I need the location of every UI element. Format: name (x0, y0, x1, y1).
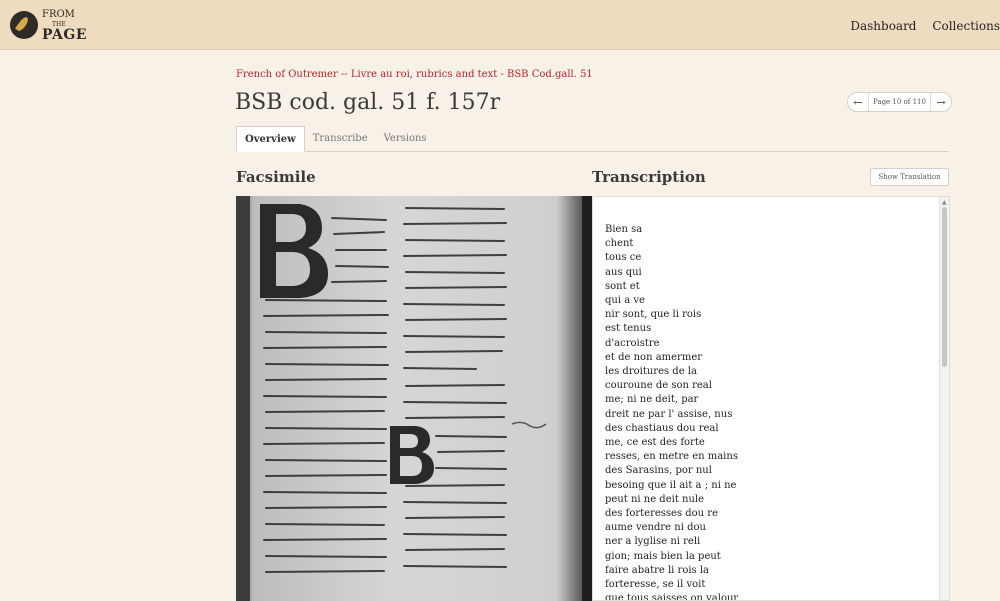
transcription-line: besoing que il ait a ; ni ne (605, 479, 737, 491)
transcription-line: gion; mais bien la peut (605, 550, 721, 562)
transcription-line: des forteresses dou re (605, 508, 718, 520)
previous-page-button[interactable]: ← (848, 93, 868, 111)
manuscript-image (236, 196, 592, 601)
transcription-scrollbar[interactable]: ▲ (939, 197, 949, 600)
transcription-line: ner a lyglise ni reli (605, 536, 701, 548)
transcription-line: nir sont, que li rois (605, 309, 702, 321)
transcription-line: et de non amermer (605, 351, 703, 363)
transcription-line: faire abatre li rois la (605, 564, 710, 576)
transcription-line: chent (605, 238, 634, 250)
transcription-line: des chastiaus dou real (605, 422, 719, 434)
scrollbar-thumb[interactable] (942, 207, 947, 367)
transcription-line: me; ni ne deit, par (605, 394, 699, 406)
facsimile-image[interactable] (236, 196, 592, 601)
transcription-line: que tous saisses on valour (605, 593, 739, 601)
nav-dashboard[interactable]: Dashboard (850, 19, 916, 33)
transcription-line: d'acroistre (605, 337, 660, 349)
quill-logo-icon (10, 11, 38, 39)
transcription-line: aume vendre ni dou (605, 522, 706, 534)
main-nav: Dashboard Collections (838, 19, 1000, 33)
transcription-line: sont et (605, 280, 640, 292)
page-title: BSB cod. gal. 51 f. 157r (235, 90, 501, 115)
page-pager: ← Page 10 of 110 → (847, 92, 952, 112)
show-translation-button[interactable]: Show Translation (870, 168, 949, 186)
transcription-line: des Sarasins, por nul (605, 465, 712, 477)
nav-collections[interactable]: Collections (932, 19, 1000, 33)
transcription-line: tous ce (605, 252, 642, 264)
transcription-line: couroune de son real (605, 380, 712, 392)
facsimile-heading: Facsimile (236, 168, 316, 186)
transcription-line: forteresse, se il voit (605, 579, 706, 591)
transcription-line: aus qui (605, 266, 642, 278)
transcription-line: les droitures de la (605, 366, 697, 378)
site-logo[interactable]: FROM THE PAGE (10, 9, 87, 43)
tab-transcribe[interactable]: Transcribe (305, 126, 376, 152)
logo-line1: FROM (42, 9, 75, 20)
next-page-button[interactable]: → (931, 93, 951, 111)
transcription-line: resses, en metre en mains (605, 451, 738, 463)
tab-versions[interactable]: Versions (376, 126, 435, 152)
page-tabs: Overview Transcribe Versions (236, 126, 949, 152)
transcription-line: Bien sa (605, 224, 643, 235)
logo-line3: PAGE (42, 27, 87, 43)
transcription-line: peut ni ne deit nule (605, 493, 705, 505)
transcription-heading: Transcription (592, 168, 706, 186)
tab-overview[interactable]: Overview (236, 126, 305, 152)
transcription-line: dreit ne par l' assise, nus (605, 408, 733, 420)
transcription-line: est tenus (605, 323, 652, 335)
top-navbar: FROM THE PAGE Dashboard Collections (0, 0, 1000, 50)
transcription-panel[interactable]: Bien sa chent tous ce aus qui sont et qui a v… (592, 196, 950, 601)
transcription-line: qui a ve (605, 295, 645, 307)
chevron-up-icon[interactable]: ▲ (942, 199, 947, 206)
page-count-label: Page 10 of 110 (868, 93, 931, 111)
breadcrumb[interactable]: French of Outremer -- Livre au roi, rubr… (236, 69, 593, 80)
transcription-line: me, ce est des forte (605, 437, 705, 449)
transcription-text: Bien sa chent tous ce aus qui sont et qui a v… (605, 223, 739, 601)
